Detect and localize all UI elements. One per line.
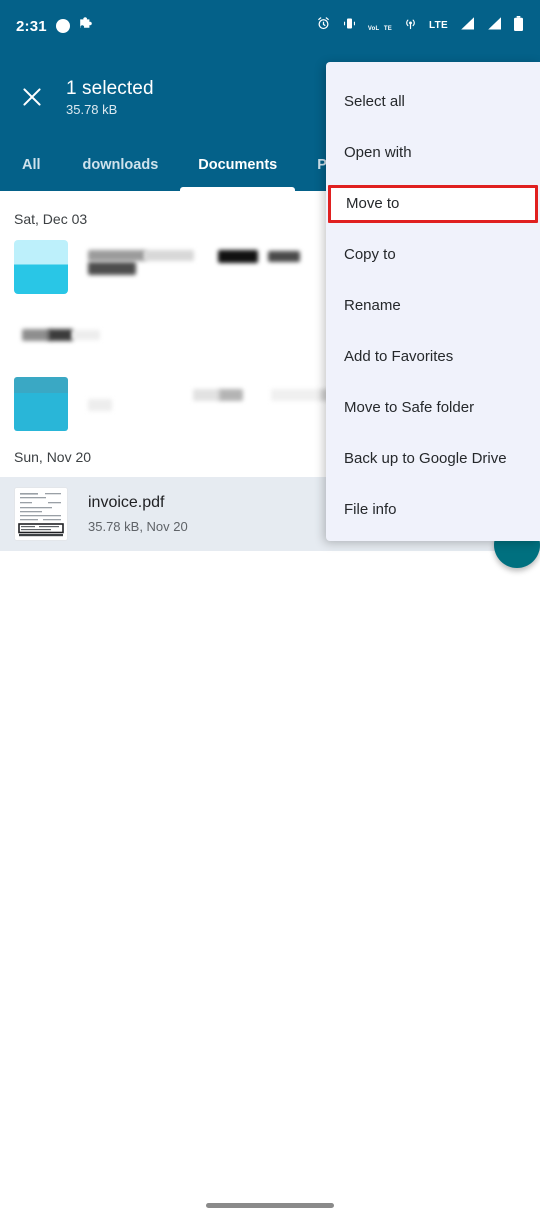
status-bar-left: 2:31 [16,16,95,37]
menu-item-label: Select all [344,93,405,110]
signal-bars-2-icon [486,16,502,36]
redaction-mask [271,389,321,401]
pdf-document-thumb [14,487,68,541]
volte-label-top: VoL [367,26,380,32]
menu-item-label: Open with [344,144,412,161]
redaction-mask [88,262,136,275]
volte-label-bottom: TE [383,26,392,32]
redaction-mask [144,250,194,261]
menu-item-label: Move to Safe folder [344,399,475,416]
list-item-text-redacted [22,328,272,344]
menu-item-add-to-favorites[interactable]: Add to Favorites [326,331,540,382]
menu-item-select-all[interactable]: Select all [326,76,540,127]
menu-item-copy-to[interactable]: Copy to [326,229,540,280]
menu-item-label: Back up to Google Drive [344,450,507,467]
selection-info: 1 selected 35.78 kB [66,70,154,119]
menu-item-rename[interactable]: Rename [326,280,540,331]
redaction-mask [88,399,112,411]
status-time: 2:31 [16,17,47,35]
tab-all-label: All [22,157,41,173]
selection-size: 35.78 kB [66,102,118,117]
tab-downloads-label: downloads [82,157,159,173]
close-button[interactable] [3,70,61,128]
menu-item-open-with[interactable]: Open with [326,127,540,178]
menu-item-label: Rename [344,297,401,314]
menu-item-back-up-to-google-drive[interactable]: Back up to Google Drive [326,433,540,484]
menu-item-file-info[interactable]: File info [326,484,540,535]
system-navigation-bar [0,1190,540,1230]
image-thumb [14,240,68,294]
menu-item-move-to-safe-folder[interactable]: Move to Safe folder [326,382,540,433]
hotspot-icon [403,16,418,36]
phone-screen: 2:31 VoL TE LTE 1 selected 35.78 kB All … [0,0,540,1230]
menu-item-move-to-wrap: Move to [326,178,540,229]
menu-item-label: Move to [346,195,400,212]
circle-icon [55,19,70,33]
close-icon [19,84,45,115]
redaction-mask [218,250,258,263]
vibrate-icon [342,16,357,36]
redaction-mask [219,389,243,401]
menu-item-label: File info [344,501,397,518]
status-bar-right: VoL TE LTE [316,15,524,37]
tab-documents[interactable]: Documents [178,139,297,191]
puzzle-piece-icon [79,16,95,37]
invoice-file-meta: 35.78 kB, Nov 20 [88,519,188,534]
redaction-mask [72,330,100,340]
status-bar: 2:31 VoL TE LTE [0,0,540,52]
redaction-mask [22,329,50,341]
tab-all[interactable]: All [0,139,63,191]
lte-icon: LTE [428,20,448,31]
list-item-text-redacted [88,247,338,287]
selection-count: 1 selected [66,78,154,99]
alarm-icon [316,16,331,36]
signal-bars-icon [459,16,475,36]
image-thumb [14,377,68,431]
gesture-handle[interactable] [206,1202,334,1208]
redaction-mask [193,389,221,401]
invoice-text: invoice.pdf 35.78 kB, Nov 20 [88,492,188,536]
menu-item-move-to[interactable]: Move to [328,184,538,223]
volte-icon: VoL TE [368,17,392,35]
overflow-menu: Select all Open with Move to Copy to Ren… [326,62,540,541]
battery-icon [513,15,524,37]
redaction-mask [48,329,73,341]
tab-downloads[interactable]: downloads [63,139,179,191]
tab-documents-label: Documents [198,157,278,173]
redaction-mask [88,250,146,261]
menu-item-label: Copy to [344,246,396,263]
menu-item-label: Add to Favorites [344,348,454,365]
invoice-file-name: invoice.pdf [88,494,165,511]
redaction-mask [268,251,300,262]
